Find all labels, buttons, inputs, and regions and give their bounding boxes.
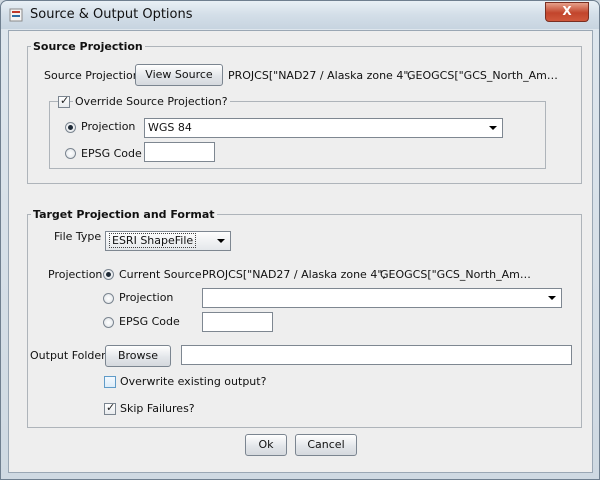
override-projection-value: WGS 84 [148, 121, 192, 134]
source-wkt-geogcs: GEOGCS["GCS_North_Am… [407, 69, 558, 82]
skip-failures-checkbox[interactable] [104, 401, 116, 415]
override-source-label: Override Source Projection? [73, 95, 230, 108]
override-epsg-input[interactable] [144, 142, 215, 162]
ok-button[interactable]: Ok [245, 434, 287, 456]
source-projection-label: Source Projection [44, 69, 140, 82]
current-source-label: Current Source [119, 268, 202, 281]
title-bar[interactable]: Source & Output Options X [1, 1, 599, 29]
override-projection-select[interactable]: WGS 84 [144, 118, 503, 138]
override-epsg-label: EPSG Code [81, 147, 142, 160]
dialog-window: Source & Output Options X Source Project… [0, 0, 600, 480]
target-projection-select[interactable] [202, 288, 562, 308]
source-wkt-projcs: PROJCS["NAD27 / Alaska zone 4", [228, 69, 412, 82]
target-epsg-label: EPSG Code [119, 315, 180, 328]
app-icon [9, 8, 23, 22]
override-epsg-radio[interactable] [65, 148, 76, 159]
override-projection-radio[interactable] [65, 122, 76, 133]
file-type-value: ESRI ShapeFile [109, 233, 197, 248]
file-type-select[interactable]: ESRI ShapeFile [105, 231, 231, 251]
view-source-button[interactable]: View Source [135, 64, 223, 86]
chevron-down-icon [489, 126, 497, 130]
target-projection-label: Projection [48, 268, 103, 281]
source-projection-legend: Source Projection [31, 40, 145, 53]
dialog-content: Source Projection Source Projection View… [8, 30, 593, 473]
target-projection-legend: Target Projection and Format [31, 208, 217, 221]
current-wkt-projcs: PROJCS["NAD27 / Alaska zone 4", [202, 268, 386, 281]
overwrite-output-checkbox[interactable] [104, 376, 116, 388]
cancel-button[interactable]: Cancel [295, 434, 357, 456]
browse-button[interactable]: Browse [105, 345, 171, 367]
close-button[interactable]: X [545, 2, 589, 22]
output-folder-input[interactable] [181, 345, 572, 365]
output-folder-label: Output Folder [30, 349, 106, 362]
chevron-down-icon [217, 239, 225, 243]
close-icon: X [562, 4, 572, 18]
window-title: Source & Output Options [30, 7, 193, 22]
current-source-radio[interactable] [103, 269, 114, 280]
target-projection-option-label: Projection [119, 291, 174, 304]
overwrite-output-label: Overwrite existing output? [120, 375, 267, 388]
override-source-checkbox[interactable] [58, 94, 70, 108]
target-epsg-input[interactable] [202, 312, 273, 332]
file-type-label: File Type [54, 230, 102, 243]
chevron-down-icon [548, 296, 556, 300]
target-epsg-radio[interactable] [103, 317, 114, 328]
current-wkt-geogcs: GEOGCS["GCS_North_Am… [380, 268, 531, 281]
target-projection-radio[interactable] [103, 293, 114, 304]
skip-failures-label: Skip Failures? [120, 402, 195, 415]
override-projection-label: Projection [81, 120, 136, 133]
